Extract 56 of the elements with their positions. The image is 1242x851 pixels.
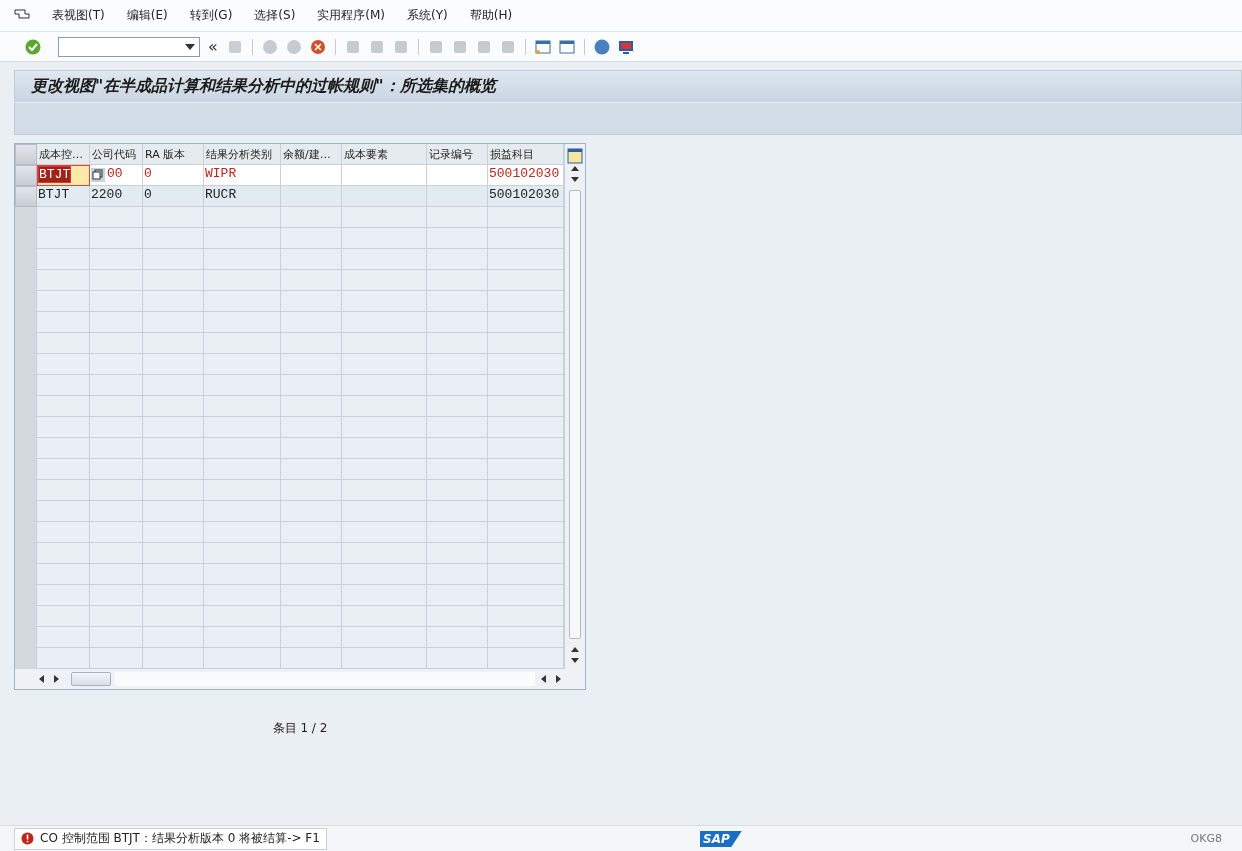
column-header[interactable]: RA 版本 bbox=[143, 144, 204, 165]
command-field[interactable] bbox=[58, 36, 200, 57]
table-cell[interactable]: BTJT bbox=[37, 165, 90, 186]
menu-item[interactable]: 实用程序(M) bbox=[317, 7, 386, 24]
layout-icon[interactable] bbox=[567, 148, 583, 164]
column-header[interactable]: 余额/建… bbox=[281, 144, 342, 165]
table-cell: 500102030 bbox=[488, 186, 564, 207]
column-header[interactable]: 记录编号 bbox=[427, 144, 488, 165]
scroll-up-icon[interactable] bbox=[570, 645, 580, 655]
table-cell: 500102030 bbox=[488, 165, 564, 186]
table-cell bbox=[281, 186, 342, 207]
status-message[interactable]: CO 控制范围 BTJT：结果分析版本 0 将被结算-> F1 bbox=[14, 827, 327, 850]
menu-item[interactable]: 编辑(E) bbox=[126, 7, 168, 24]
entry-count: 条目 1 / 2 bbox=[271, 720, 329, 737]
message-text: CO 控制范围 BTJT：结果分析版本 0 将被结算-> F1 bbox=[40, 830, 320, 847]
row-selector[interactable] bbox=[15, 186, 37, 207]
scroll-down-icon[interactable] bbox=[570, 174, 580, 184]
scroll-left-icon[interactable] bbox=[37, 674, 47, 684]
error-icon bbox=[21, 832, 34, 845]
scroll-thumb[interactable] bbox=[71, 672, 111, 686]
column-header[interactable]: 结果分析类别 bbox=[204, 144, 281, 165]
column-header[interactable]: 成本控… bbox=[37, 144, 90, 165]
menu-item[interactable]: 选择(S) bbox=[254, 7, 296, 24]
column-header[interactable]: 成本要素 bbox=[342, 144, 427, 165]
table-cell: 0 bbox=[143, 165, 204, 186]
table-cell: 0 bbox=[143, 186, 204, 207]
table-cell bbox=[281, 165, 342, 186]
table-cell bbox=[427, 186, 488, 207]
menu-item[interactable]: 表视图(T) bbox=[52, 7, 105, 24]
logo: SAP bbox=[700, 831, 742, 847]
column-header[interactable]: 损益科目 bbox=[488, 144, 564, 165]
scroll-right-icon[interactable] bbox=[51, 674, 61, 684]
table-cell: RUCR bbox=[204, 186, 281, 207]
scroll-down-icon[interactable] bbox=[570, 655, 580, 665]
table-cell: 2200 bbox=[90, 186, 143, 207]
back-button[interactable]: « bbox=[208, 37, 218, 56]
table-cell bbox=[427, 165, 488, 186]
menu-item[interactable]: 转到(G) bbox=[189, 7, 233, 24]
cancel-icon[interactable] bbox=[308, 37, 327, 56]
select-all-button[interactable] bbox=[15, 144, 37, 165]
menu-item[interactable]: 帮助(H) bbox=[469, 7, 513, 24]
new-window-icon[interactable] bbox=[533, 37, 552, 56]
scroll-right-icon[interactable] bbox=[553, 674, 563, 684]
help-icon[interactable] bbox=[592, 37, 611, 56]
row-selector[interactable] bbox=[15, 165, 37, 186]
table-cell: BTJT bbox=[37, 186, 90, 207]
menu-item[interactable]: 系统(Y) bbox=[407, 7, 448, 24]
table-cell: WIPR bbox=[204, 165, 281, 186]
scroll-thumb[interactable] bbox=[569, 190, 581, 639]
check-icon[interactable] bbox=[24, 37, 42, 56]
copy-icon[interactable] bbox=[91, 168, 105, 182]
column-header[interactable]: 公司代码 bbox=[90, 144, 143, 165]
scroll-left-icon[interactable] bbox=[539, 674, 549, 684]
shortcut-icon[interactable] bbox=[557, 37, 576, 56]
transaction-code: OKG8 bbox=[1190, 832, 1222, 845]
caret-icon bbox=[185, 43, 195, 50]
